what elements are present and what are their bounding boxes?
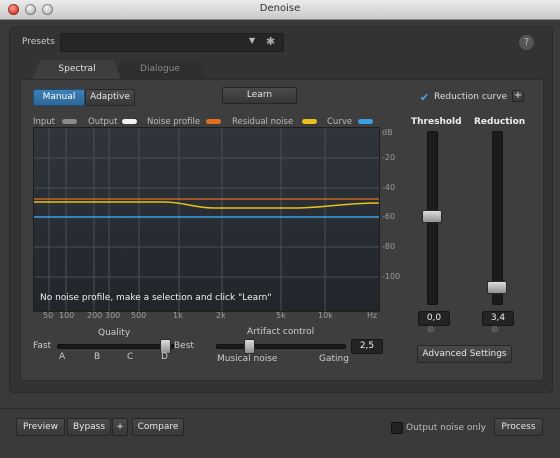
adaptive-mode-button[interactable]: Adaptive (85, 89, 135, 106)
reduction-label: Reduction (474, 117, 526, 127)
quality-fast-label: Fast (33, 341, 52, 351)
legend-curve-label: Curve (327, 117, 353, 127)
quality-slider-track[interactable] (57, 344, 174, 349)
freq-tick: 100 (59, 311, 75, 320)
link-icon[interactable]: ⊝ (491, 325, 499, 335)
legend-noise-profile-label: Noise profile (147, 117, 201, 127)
reduction-slider-track[interactable] (492, 131, 503, 305)
spectrum-plot (34, 128, 379, 311)
bypass-button[interactable]: Bypass (67, 418, 111, 436)
reduction-value[interactable]: 3,4 (482, 311, 514, 326)
db-tick: -40 (382, 183, 396, 192)
residual-noise-line (34, 201, 379, 209)
threshold-label: Threshold (411, 117, 462, 127)
quality-mark-d: D (161, 352, 168, 362)
legend-output-swatch (122, 119, 137, 124)
freq-tick: 10k (318, 311, 333, 320)
gating-label: Gating (319, 354, 349, 364)
output-noise-only-checkbox[interactable] (391, 422, 403, 434)
window-title: Denoise (259, 3, 301, 14)
freq-tick: 5k (276, 311, 286, 320)
learn-button[interactable]: Learn (222, 87, 297, 104)
db-tick: -80 (382, 242, 396, 251)
presets-label: Presets (22, 37, 55, 47)
no-noise-profile-message: No noise profile, make a selection and c… (40, 293, 272, 303)
quality-mark-c: C (127, 352, 134, 362)
freq-tick: Hz (367, 311, 378, 320)
freq-tick: 300 (105, 311, 121, 320)
freq-tick: 2k (216, 311, 226, 320)
compare-button[interactable]: Compare (132, 418, 184, 436)
tab-dialogue[interactable]: Dialogue (114, 60, 206, 79)
threshold-slider-handle[interactable] (422, 210, 442, 223)
musical-noise-label: Musical noise (217, 354, 278, 364)
legend-noise-profile-swatch (206, 119, 221, 124)
manual-mode-button[interactable]: Manual (33, 89, 85, 106)
legend-input-label: Input (33, 117, 56, 127)
freq-tick: 500 (131, 311, 147, 320)
artifact-value[interactable]: 2,5 (351, 339, 383, 354)
bypass-plus-button[interactable]: + (112, 418, 128, 436)
db-tick: dB (382, 128, 393, 137)
db-tick: -20 (382, 153, 396, 162)
legend-residual-noise-swatch (302, 119, 317, 124)
freq-tick: 50 (43, 311, 54, 320)
artifact-slider-handle[interactable] (244, 339, 255, 354)
quality-best-label: Best (174, 341, 194, 351)
legend-residual-noise-label: Residual noise (232, 117, 294, 127)
artifact-control-label: Artifact control (247, 327, 315, 337)
quality-mark-a: A (59, 352, 66, 362)
reduction-curve-plus-button[interactable]: + (512, 90, 524, 102)
quality-label: Quality (98, 328, 131, 338)
threshold-value[interactable]: 0,0 (418, 311, 450, 326)
freq-tick: 1k (173, 311, 183, 320)
artifact-slider-track[interactable] (216, 344, 346, 349)
legend-output-label: Output (88, 117, 118, 127)
db-tick: -100 (382, 272, 401, 281)
help-button[interactable]: ? (519, 35, 534, 50)
advanced-settings-button[interactable]: Advanced Settings (417, 345, 512, 363)
reduction-slider-handle[interactable] (487, 281, 507, 294)
tab-spectral[interactable]: Spectral (33, 60, 121, 79)
quality-mark-b: B (94, 352, 101, 362)
output-noise-only-label: Output noise only (406, 423, 486, 433)
legend-curve-swatch (358, 119, 373, 124)
gear-icon[interactable]: ✱ (266, 35, 275, 48)
db-tick: -60 (382, 212, 396, 221)
reduction-curve-label: Reduction curve (434, 92, 508, 102)
process-button[interactable]: Process (494, 418, 543, 436)
legend-input-swatch (62, 119, 77, 124)
link-icon[interactable]: ⊝ (427, 325, 435, 335)
spectrum-graph[interactable] (33, 127, 380, 312)
reduction-curve-checkbox[interactable]: ✔ (420, 91, 429, 104)
dropdown-arrow-icon[interactable]: ▼ (249, 36, 255, 45)
freq-tick: 200 (87, 311, 103, 320)
preview-button[interactable]: Preview (16, 418, 65, 436)
